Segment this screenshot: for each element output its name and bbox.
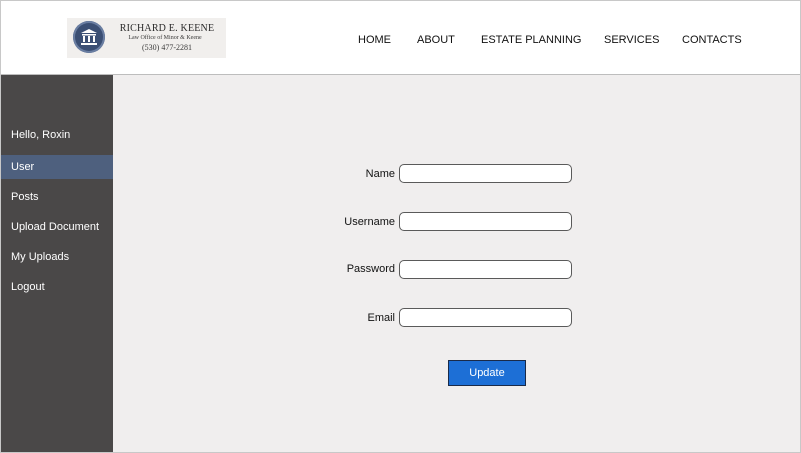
sidebar-item-user[interactable]: User bbox=[1, 155, 113, 179]
sidebar-item-my-uploads[interactable]: My Uploads bbox=[1, 245, 113, 269]
email-label: Email bbox=[367, 312, 395, 324]
nav-home[interactable]: HOME bbox=[358, 33, 391, 47]
name-label: Name bbox=[365, 168, 395, 180]
sidebar-item-label: User bbox=[11, 161, 35, 173]
main-content: Name Username Password Email Update bbox=[113, 75, 800, 452]
password-input[interactable] bbox=[399, 260, 572, 279]
name-input[interactable] bbox=[399, 164, 572, 183]
username-input[interactable] bbox=[399, 212, 572, 231]
firm-phone: (530) 477-2281 bbox=[142, 43, 192, 52]
sidebar-item-label: Logout bbox=[11, 281, 45, 293]
email-input[interactable] bbox=[399, 308, 572, 327]
nav-about[interactable]: ABOUT bbox=[417, 33, 455, 47]
firm-logo[interactable]: RICHARD E. KEENE Law Office of Minor & K… bbox=[67, 18, 226, 58]
sidebar-item-label: My Uploads bbox=[11, 251, 70, 263]
username-label: Username bbox=[344, 216, 395, 228]
sidebar-item-upload-document[interactable]: Upload Document bbox=[1, 215, 113, 239]
sidebar: Hello, Roxin User Posts Upload Document … bbox=[1, 75, 113, 452]
site-header: RICHARD E. KEENE Law Office of Minor & K… bbox=[1, 1, 800, 75]
sidebar-item-posts[interactable]: Posts bbox=[1, 185, 113, 209]
update-button[interactable]: Update bbox=[448, 360, 526, 386]
app-window: RICHARD E. KEENE Law Office of Minor & K… bbox=[0, 0, 801, 453]
sidebar-item-label: Posts bbox=[11, 191, 39, 203]
greeting-text: Hello, Roxin bbox=[11, 129, 71, 141]
sidebar-item-logout[interactable]: Logout bbox=[1, 275, 113, 299]
password-label: Password bbox=[346, 263, 395, 275]
nav-estate-planning[interactable]: ESTATE PLANNING bbox=[481, 33, 581, 47]
firm-name: RICHARD E. KEENE bbox=[119, 23, 215, 34]
firm-subtitle: Law Office of Minor & Keene bbox=[128, 35, 202, 41]
courthouse-icon bbox=[73, 21, 105, 53]
nav-services[interactable]: SERVICES bbox=[604, 33, 659, 47]
nav-contacts[interactable]: CONTACTS bbox=[682, 33, 742, 47]
sidebar-item-label: Upload Document bbox=[11, 221, 100, 233]
